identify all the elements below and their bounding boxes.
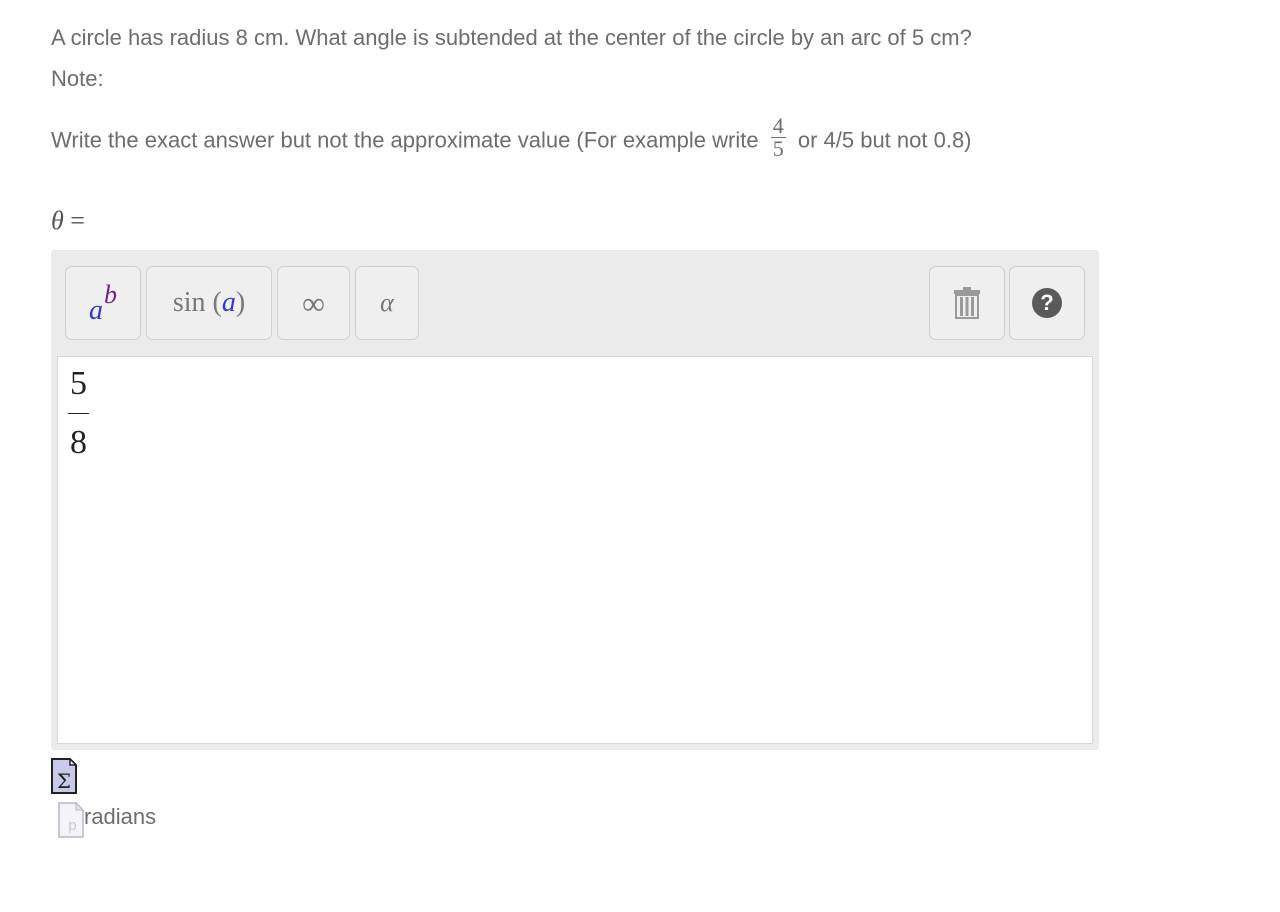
trig-arg: a (221, 287, 236, 318)
answer-label: θ = (51, 206, 85, 236)
help-button[interactable]: ? (1009, 266, 1085, 340)
example-numerator: 4 (770, 113, 786, 138)
clear-button[interactable] (929, 266, 1005, 340)
sigma-icon[interactable]: Σ (51, 758, 77, 794)
trig-func-label: sin (172, 287, 206, 318)
note-label: Note: (51, 66, 104, 91)
answer-numerator: 5 (68, 367, 89, 414)
infinity-symbol: ∞ (302, 284, 325, 321)
infinity-button[interactable]: ∞ (277, 266, 350, 340)
trig-functions-button[interactable]: sin (a) (146, 266, 272, 340)
alpha-symbol: α (380, 288, 394, 317)
example-fraction: 4 5 (770, 113, 786, 161)
answer-fraction: 5 8 (68, 367, 89, 460)
power-exponent: b (104, 280, 117, 309)
theta-symbol: θ (51, 206, 64, 235)
equals-sign: = (70, 206, 85, 235)
example-denominator: 5 (772, 136, 784, 161)
file-icon: p (58, 802, 84, 838)
svg-text:Σ: Σ (57, 769, 71, 793)
instruction-before: Write the exact answer but not the appro… (51, 127, 759, 153)
trash-icon (954, 287, 980, 319)
help-icon: ? (1032, 288, 1062, 318)
math-editor: ab sin (a) ∞ α ? 5 8 (51, 250, 1099, 750)
power-button[interactable]: ab (65, 266, 141, 340)
answer-denominator: 8 (70, 424, 87, 461)
power-base: a (89, 295, 103, 326)
answer-input[interactable]: 5 8 (57, 356, 1093, 744)
question-text: A circle has radius 8 cm. What angle is … (51, 25, 972, 50)
instruction-after: or 4/5 but not 0.8) (797, 127, 972, 153)
svg-text:p: p (68, 818, 77, 834)
greek-letters-button[interactable]: α (355, 266, 419, 340)
instruction-text: Write the exact answer but not the appro… (51, 115, 972, 164)
units-label: radians (84, 804, 157, 829)
trig-close-paren: ) (235, 287, 246, 318)
trig-open-paren: ( (212, 287, 222, 318)
